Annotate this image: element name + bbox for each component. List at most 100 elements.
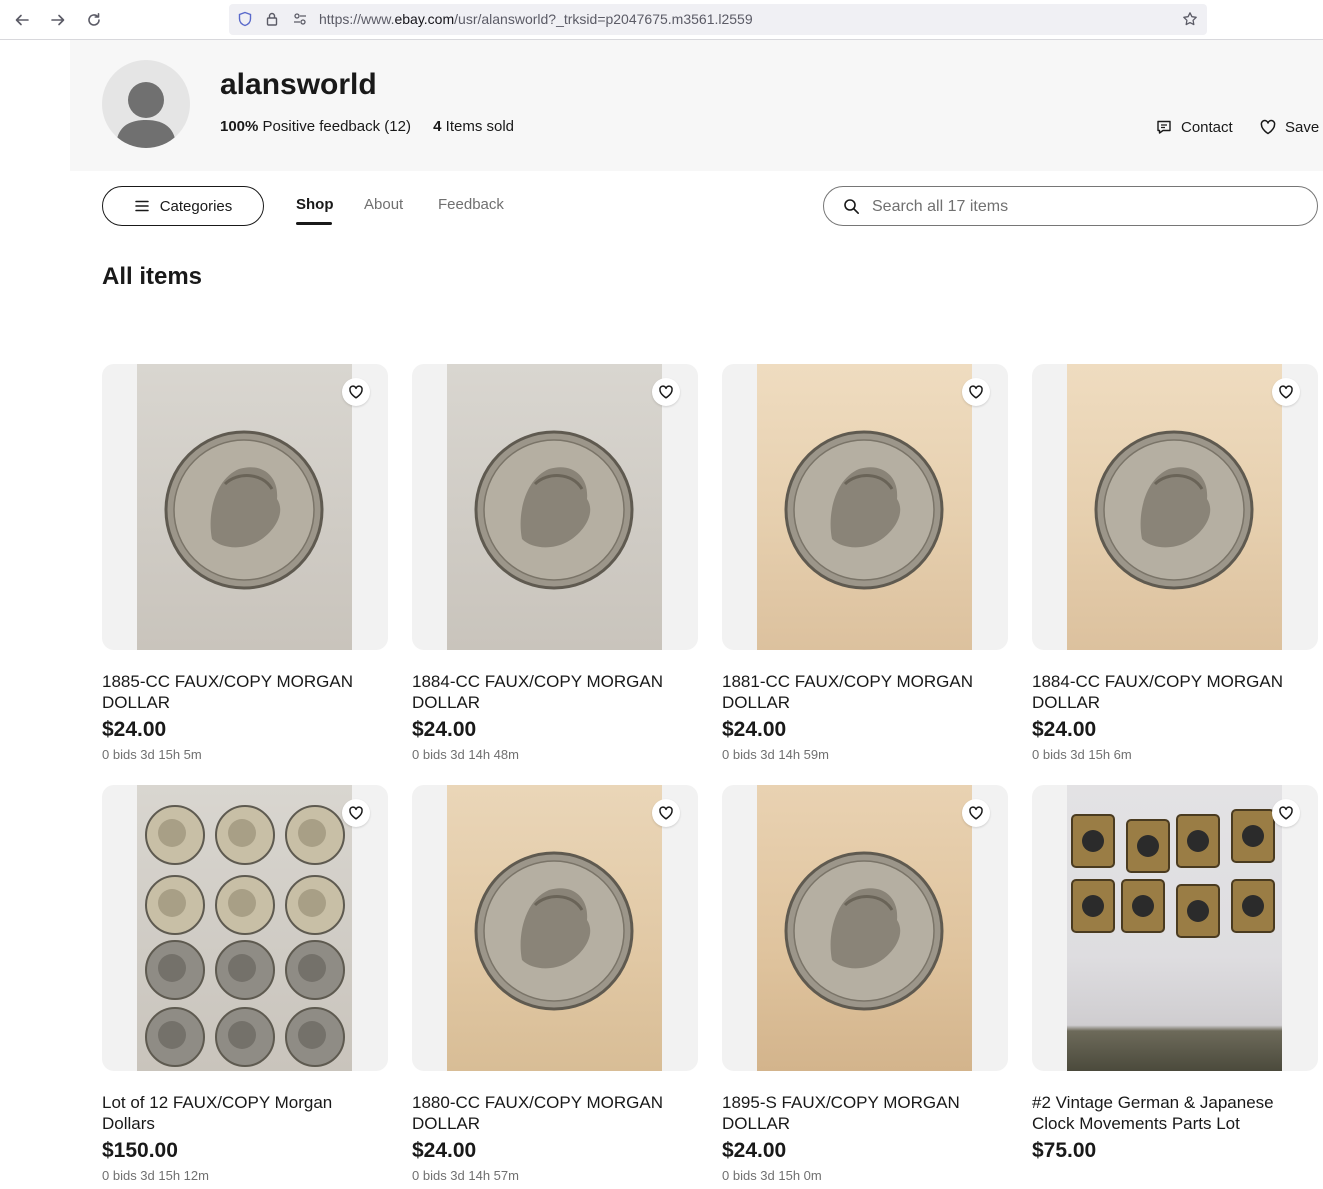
categories-button[interactable]: Categories <box>102 186 264 226</box>
item-card[interactable]: 1884-CC FAUX/COPY MORGAN DOLLAR $24.00 0 b… <box>412 364 698 762</box>
store-header: alansworld 100% Positive feedback (12) 4… <box>70 40 1323 171</box>
lock-icon[interactable] <box>264 11 280 27</box>
coin-lot-photo <box>145 805 345 1067</box>
search-input[interactable] <box>872 195 1292 219</box>
item-image[interactable] <box>412 364 698 650</box>
search-icon[interactable] <box>843 198 860 215</box>
heart-icon <box>969 385 983 399</box>
item-title[interactable]: 1884-CC FAUX/COPY MORGAN DOLLAR <box>412 671 698 713</box>
section-title: All items <box>102 263 203 290</box>
tab-about[interactable]: About <box>364 196 403 213</box>
item-photo[interactable] <box>447 364 662 650</box>
feedback-link[interactable]: Positive feedback (12) <box>263 118 411 135</box>
item-price: $150.00 <box>102 1139 178 1162</box>
item-price: $75.00 <box>1032 1139 1097 1162</box>
categories-label: Categories <box>159 197 233 215</box>
browser-toolbar: https://www.ebay.com/usr/alansworld?_trk… <box>0 0 1323 40</box>
store-stats: 100% Positive feedback (12) 4 Items sold <box>220 118 514 135</box>
item-photo[interactable] <box>757 364 972 650</box>
forward-arrow-icon[interactable] <box>45 8 71 32</box>
item-image[interactable] <box>102 364 388 650</box>
coin-photo <box>474 851 634 1011</box>
item-title[interactable]: 1880-CC FAUX/COPY MORGAN DOLLAR <box>412 1092 698 1134</box>
item-photo[interactable] <box>1067 785 1282 1071</box>
watch-button[interactable] <box>342 378 370 406</box>
save-label: Save <box>1285 118 1320 136</box>
item-bids-time: 0 bids 3d 15h 12m <box>102 1168 209 1183</box>
item-title[interactable]: 1884-CC FAUX/COPY MORGAN DOLLAR <box>1032 671 1318 713</box>
item-title[interactable]: #2 Vintage German & Japanese Clock Movem… <box>1032 1092 1318 1134</box>
watch-button[interactable] <box>962 799 990 827</box>
item-bids-time: 0 bids 3d 15h 6m <box>1032 747 1132 762</box>
item-card[interactable]: 1885-CC FAUX/COPY MORGAN DOLLAR $24.00 0 b… <box>102 364 388 762</box>
item-bids-time: 0 bids 3d 14h 48m <box>412 747 519 762</box>
store-name: alansworld <box>220 68 377 101</box>
item-photo[interactable] <box>447 785 662 1071</box>
address-bar[interactable]: https://www.ebay.com/usr/alansworld?_trk… <box>229 4 1207 35</box>
item-price: $24.00 <box>1032 718 1097 741</box>
heart-icon <box>659 806 673 820</box>
item-price: $24.00 <box>722 1139 787 1162</box>
url-path: /usr/alansworld?_trksid=p2047675.m3561.l… <box>454 11 753 27</box>
watch-button[interactable] <box>342 799 370 827</box>
back-arrow-icon[interactable] <box>9 8 35 32</box>
url-prefix: https://www. <box>319 11 395 27</box>
item-photo[interactable] <box>1067 364 1282 650</box>
heart-icon <box>349 806 363 820</box>
watch-button[interactable] <box>1272 799 1300 827</box>
heart-icon <box>969 806 983 820</box>
hamburger-icon <box>134 200 149 212</box>
reload-icon[interactable] <box>81 8 107 32</box>
coin-photo <box>784 430 944 590</box>
save-seller-button[interactable]: Save <box>1259 118 1319 136</box>
item-image[interactable] <box>102 785 388 1071</box>
shield-icon <box>238 11 252 27</box>
item-card[interactable]: 1895-S FAUX/COPY MORGAN DOLLAR $24.00 0 bi… <box>722 785 1008 1183</box>
heart-icon <box>1279 385 1293 399</box>
avatar[interactable] <box>102 60 190 148</box>
item-bids-time: 0 bids 3d 15h 5m <box>102 747 202 762</box>
coin-photo <box>164 430 324 590</box>
item-title[interactable]: 1895-S FAUX/COPY MORGAN DOLLAR <box>722 1092 1008 1134</box>
clock-parts-photo <box>1071 809 1275 938</box>
item-title[interactable]: 1885-CC FAUX/COPY MORGAN DOLLAR <box>102 671 388 713</box>
contact-button[interactable]: Contact <box>1155 118 1233 136</box>
item-photo[interactable] <box>757 785 972 1071</box>
tab-shop[interactable]: Shop <box>296 196 334 213</box>
message-icon <box>1157 120 1171 134</box>
item-price: $24.00 <box>412 1139 477 1162</box>
feedback-percent: 100% <box>220 118 259 135</box>
heart-icon <box>349 385 363 399</box>
item-card[interactable]: 1881-CC FAUX/COPY MORGAN DOLLAR $24.00 0 b… <box>722 364 1008 762</box>
heart-icon <box>659 385 673 399</box>
watch-button[interactable] <box>652 378 680 406</box>
permissions-icon[interactable] <box>292 11 308 27</box>
item-image[interactable] <box>722 785 1008 1071</box>
item-price: $24.00 <box>722 718 787 741</box>
item-title[interactable]: Lot of 12 FAUX/COPY Morgan Dollars <box>102 1092 388 1134</box>
watch-button[interactable] <box>1272 378 1300 406</box>
item-image[interactable] <box>722 364 1008 650</box>
item-card[interactable]: 1880-CC FAUX/COPY MORGAN DOLLAR $24.00 0 b… <box>412 785 698 1183</box>
star-icon[interactable] <box>1182 11 1198 27</box>
item-card[interactable]: #2 Vintage German & Japanese Clock Movem… <box>1032 785 1318 1168</box>
user-silhouette-icon <box>116 82 176 148</box>
item-image[interactable] <box>1032 364 1318 650</box>
watch-button[interactable] <box>652 799 680 827</box>
coin-photo <box>474 430 634 590</box>
items-sold: 4 Items sold <box>433 118 514 135</box>
item-photo[interactable] <box>137 785 352 1071</box>
item-card[interactable]: Lot of 12 FAUX/COPY Morgan Dollars $150.0… <box>102 785 388 1183</box>
item-image[interactable] <box>1032 785 1318 1071</box>
url-text[interactable]: https://www.ebay.com/usr/alansworld?_trk… <box>319 11 753 27</box>
item-image[interactable] <box>412 785 698 1071</box>
tab-feedback[interactable]: Feedback <box>438 196 504 213</box>
heart-icon <box>1260 119 1276 135</box>
heart-icon <box>1279 806 1293 820</box>
store-search[interactable] <box>823 186 1318 226</box>
item-card[interactable]: 1884-CC FAUX/COPY MORGAN DOLLAR $24.00 0 b… <box>1032 364 1318 762</box>
item-photo[interactable] <box>137 364 352 650</box>
watch-button[interactable] <box>962 378 990 406</box>
item-title[interactable]: 1881-CC FAUX/COPY MORGAN DOLLAR <box>722 671 1008 713</box>
item-bids-time: 0 bids 3d 15h 0m <box>722 1168 822 1183</box>
